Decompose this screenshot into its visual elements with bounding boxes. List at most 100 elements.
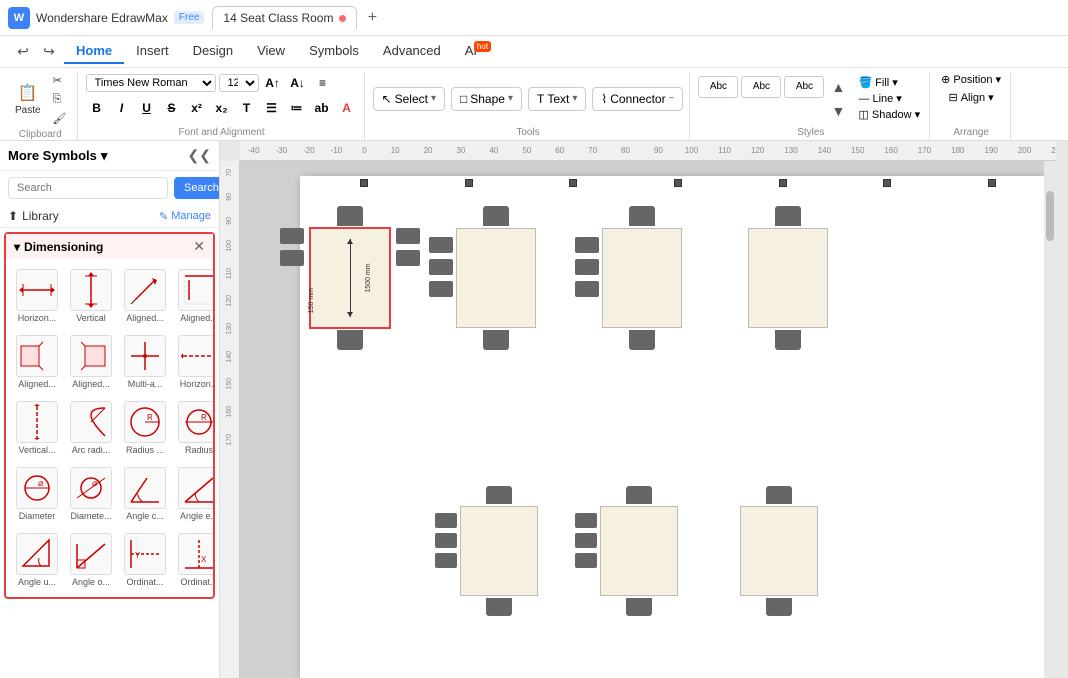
- scrollbar-vertical[interactable]: [1044, 161, 1056, 678]
- search-button[interactable]: Search: [174, 177, 220, 199]
- app-logo: W: [8, 7, 30, 29]
- category-title-row[interactable]: ▾ Dimensioning: [14, 240, 103, 254]
- text-button[interactable]: T Text ▾: [528, 87, 586, 111]
- tab-home[interactable]: Home: [64, 39, 124, 64]
- tab-modified-dot: [339, 15, 346, 22]
- position-button[interactable]: ⊕ Position ▾: [938, 72, 1004, 87]
- chair-l2-bottom: [429, 281, 453, 297]
- canvas-area[interactable]: -40 -30 -20 -10 0 10 20 30 40 50 60 70 8…: [220, 141, 1068, 678]
- font-family-select[interactable]: Times New Roman: [86, 74, 216, 92]
- style-card-3[interactable]: Abc: [784, 76, 824, 98]
- handle-top-5[interactable]: [779, 179, 787, 187]
- symbol-radius2[interactable]: R Radius: [174, 397, 213, 459]
- list-button[interactable]: ☰: [261, 97, 283, 119]
- sidebar-collapse-button[interactable]: ❮❮: [188, 147, 211, 164]
- connector-button[interactable]: ⌇ Connector ~: [592, 87, 683, 111]
- style-card-2[interactable]: Abc: [741, 76, 781, 98]
- tab-symbols[interactable]: Symbols: [297, 39, 371, 64]
- symbol-aligned3[interactable]: Aligned...: [12, 331, 62, 393]
- styles-scroll-down[interactable]: ▼: [827, 100, 849, 122]
- handle-top-3[interactable]: [569, 179, 577, 187]
- select-button[interactable]: ↖ Select ▾: [373, 87, 445, 111]
- line-button[interactable]: — Line ▾: [855, 91, 923, 106]
- format-painter-button[interactable]: 🖌: [49, 110, 71, 127]
- tab-insert[interactable]: Insert: [124, 39, 181, 64]
- tab-ai[interactable]: AI hot: [453, 39, 489, 64]
- category-close-button[interactable]: ✕: [193, 238, 205, 255]
- symbol-aligned2[interactable]: Aligned...: [174, 265, 213, 327]
- symbol-ordinate2[interactable]: X Ordinat...: [174, 529, 213, 591]
- font-size-select[interactable]: 12: [219, 74, 259, 92]
- symbol-diameter2[interactable]: ⌀ Diamete...: [66, 463, 116, 525]
- symbol-angle4[interactable]: Angle o...: [66, 529, 116, 591]
- symbol-aligned4[interactable]: Aligned...: [66, 331, 116, 393]
- handle-top[interactable]: [360, 179, 368, 187]
- italic-button[interactable]: I: [111, 97, 133, 119]
- superscript-button[interactable]: x²: [186, 97, 208, 119]
- cut-button[interactable]: ✂: [49, 72, 71, 89]
- desk-unit-3[interactable]: [602, 206, 682, 350]
- library-label[interactable]: ⬆ Library: [8, 209, 59, 223]
- shape-dropdown-arrow: ▾: [508, 93, 513, 104]
- symbol-angle3[interactable]: Angle u...: [12, 529, 62, 591]
- shadow-button[interactable]: ◫ Shadow ▾: [855, 107, 923, 122]
- more-symbols-title[interactable]: More Symbols ▾: [8, 148, 107, 164]
- increase-font-button[interactable]: A↑: [262, 72, 284, 94]
- symbol-vertical[interactable]: Vertical: [66, 265, 116, 327]
- symbol-angle2[interactable]: Angle e...: [174, 463, 213, 525]
- manage-link[interactable]: ✎ Manage: [159, 210, 211, 223]
- desk-unit-4[interactable]: [748, 206, 828, 350]
- symbol-arc-radius[interactable]: Arc radi...: [66, 397, 116, 459]
- symbol-horizontal[interactable]: Horizon...: [12, 265, 62, 327]
- text-case-button[interactable]: ab: [311, 97, 333, 119]
- symbol-multi[interactable]: Multi-a...: [120, 331, 170, 393]
- style-card-1[interactable]: Abc: [698, 76, 738, 98]
- symbol-aligned1[interactable]: Aligned...: [120, 265, 170, 327]
- handle-top-4[interactable]: [674, 179, 682, 187]
- chair-right-top: [396, 228, 420, 244]
- decrease-font-button[interactable]: A↓: [287, 72, 309, 94]
- underline-button[interactable]: U: [136, 97, 158, 119]
- handle-top-7[interactable]: [988, 179, 996, 187]
- fill-button[interactable]: 🪣 Fill ▾: [855, 75, 923, 90]
- desk-unit-5[interactable]: [460, 486, 538, 616]
- symbol-horizon2[interactable]: Horizon...: [174, 331, 213, 393]
- desk-unit-7[interactable]: [740, 486, 818, 616]
- shape-button[interactable]: □ Shape ▾: [451, 87, 522, 111]
- search-input[interactable]: [8, 177, 168, 199]
- symbol-diameter1[interactable]: ⌀ Diameter: [12, 463, 62, 525]
- desk-unit-2[interactable]: [456, 206, 536, 350]
- text-format-button[interactable]: T: [236, 97, 258, 119]
- handle-top-2[interactable]: [465, 179, 473, 187]
- subscript-button[interactable]: x₂: [211, 97, 233, 119]
- strikethrough-button[interactable]: S: [161, 97, 183, 119]
- tab-design[interactable]: Design: [181, 39, 245, 64]
- align-button[interactable]: ⊟ Align ▾: [945, 90, 996, 105]
- copy-button[interactable]: ⎘: [49, 91, 71, 108]
- symbol-vertical2[interactable]: Vertical...: [12, 397, 62, 459]
- symbol-aligned4-label: Aligned...: [70, 379, 112, 389]
- bold-button[interactable]: B: [86, 97, 108, 119]
- desk-unit-1-selected[interactable]: 1500 mm: [310, 206, 390, 350]
- diagram-viewport[interactable]: 1500 mm: [240, 161, 1056, 678]
- styles-scroll-up[interactable]: ▲: [827, 76, 849, 98]
- tab-view[interactable]: View: [245, 39, 297, 64]
- align-button[interactable]: ≡: [312, 72, 334, 94]
- redo-button[interactable]: ↪: [38, 41, 60, 63]
- symbol-radius1[interactable]: R Radius ...: [120, 397, 170, 459]
- document-tab[interactable]: 14 Seat Class Room: [212, 6, 357, 29]
- tab-advanced[interactable]: Advanced: [371, 39, 453, 64]
- paste-button[interactable]: 📋 Paste: [10, 80, 46, 119]
- arrow-bottom: [347, 312, 353, 317]
- symbol-angle1[interactable]: Angle c...: [120, 463, 170, 525]
- handle-top-6[interactable]: [883, 179, 891, 187]
- scrollbar-thumb[interactable]: [1046, 191, 1054, 241]
- symbol-radius1-label: Radius ...: [124, 445, 166, 455]
- add-tab-button[interactable]: +: [361, 7, 383, 29]
- font-color-button[interactable]: A: [336, 97, 358, 119]
- undo-button[interactable]: ↩: [12, 41, 34, 63]
- desk-unit-6[interactable]: [600, 486, 678, 616]
- symbol-ordinate1[interactable]: Y Ordinat...: [120, 529, 170, 591]
- chair-top-4: [775, 206, 801, 226]
- bullet-button[interactable]: ≔: [286, 97, 308, 119]
